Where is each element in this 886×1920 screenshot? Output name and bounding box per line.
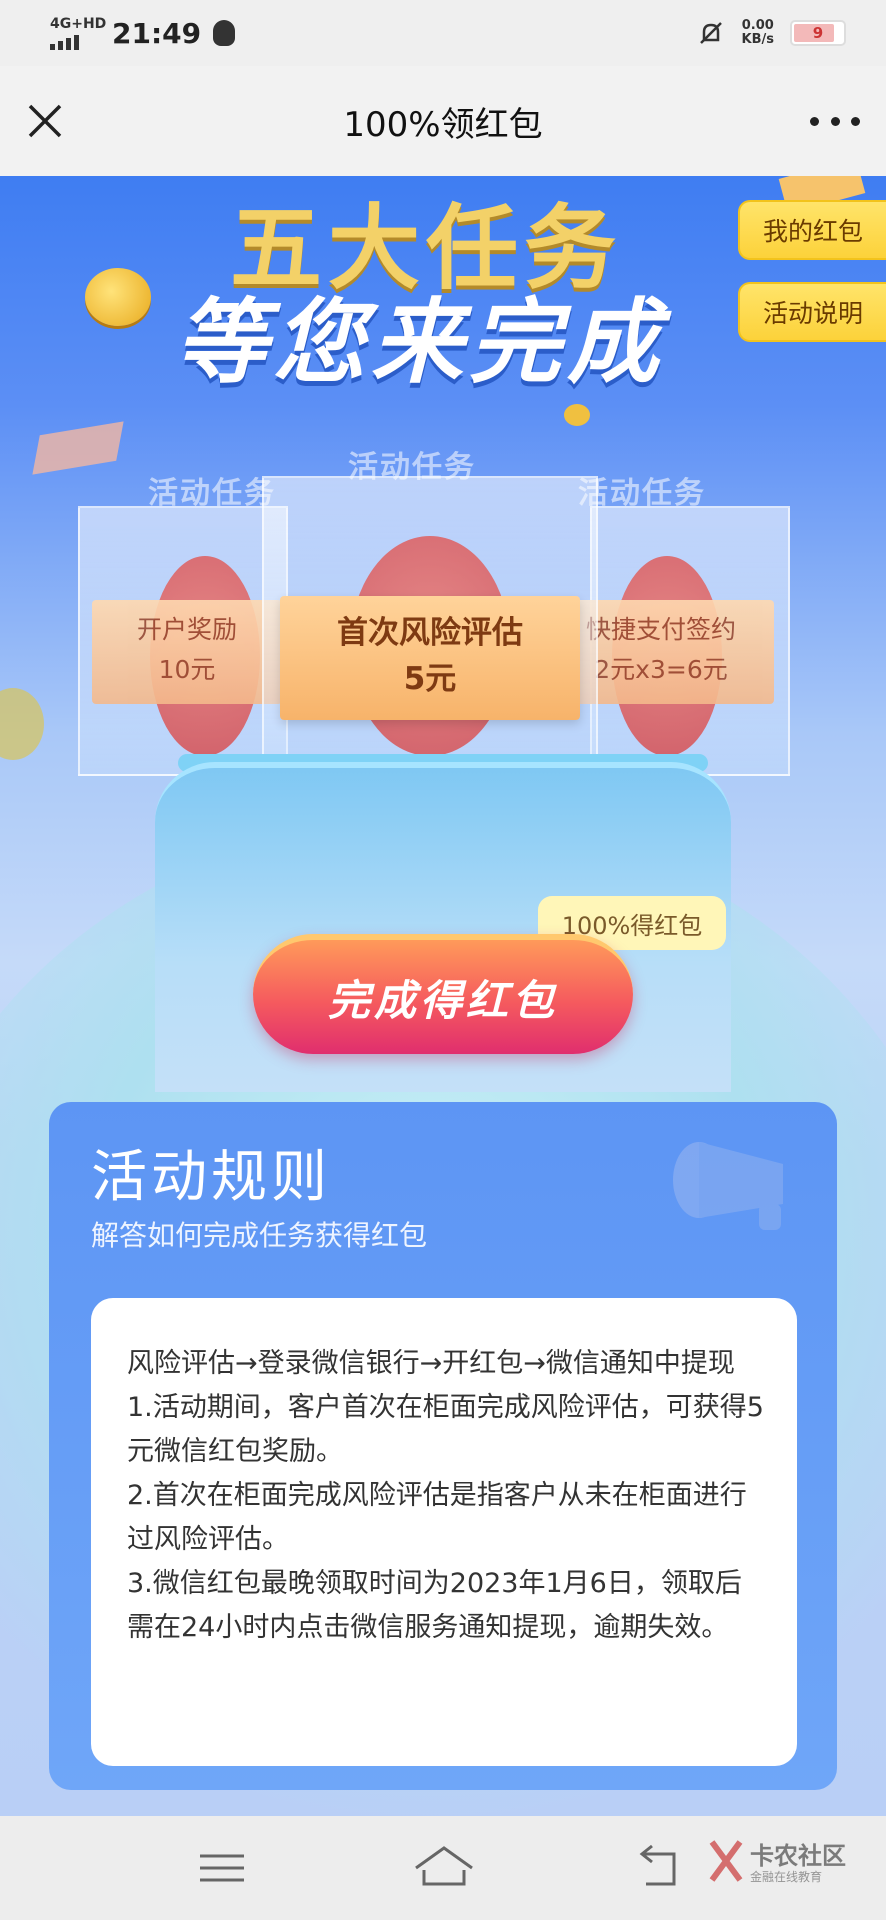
system-nav-bar: 卡农社区 金融在线教育 <box>0 1816 886 1920</box>
mute-bell-icon <box>699 22 722 44</box>
rules-subtitle: 解答如何完成任务获得红包 <box>91 1219 428 1252</box>
clock: 21:49 <box>112 16 202 50</box>
watermark-logo-icon <box>709 1840 743 1882</box>
task-reward: 10元 <box>158 655 216 684</box>
rules-panel: 活动规则 解答如何完成任务获得红包 风险评估→登录微信银行→开红包→微信通知中提… <box>49 1102 837 1790</box>
task-card-account-opening[interactable]: 开户奖励 10元 <box>92 600 282 704</box>
decor-paper <box>32 421 124 475</box>
net-speed-unit: KB/s <box>741 32 774 47</box>
net-speed: 0.00 KB/s <box>742 19 774 47</box>
home-icon[interactable] <box>404 1840 484 1896</box>
signal-bars-icon <box>50 34 106 50</box>
watermark: 卡农社区 金融在线教育 <box>706 1836 876 1896</box>
rule-item-3: 3.微信红包最晚领取时间为2023年1月6日，领取后需在24小时内点击微信服务通… <box>127 1568 742 1643</box>
activity-description-button[interactable]: 活动说明 <box>738 282 886 342</box>
status-bar: 4G+HD 21:49 0.00 KB/s 9 <box>0 0 886 66</box>
close-icon[interactable] <box>22 98 68 144</box>
task-card-risk-assessment[interactable]: 首次风险评估 5元 <box>280 596 580 720</box>
menu-icon[interactable] <box>182 1840 262 1896</box>
side-coin-icon <box>0 688 44 760</box>
rule-flow: 风险评估→登录微信银行→开红包→微信通知中提现 <box>127 1348 735 1379</box>
watermark-title: 卡农社区 <box>750 1842 846 1870</box>
watermark-subtitle: 金融在线教育 <box>750 1870 823 1884</box>
net-speed-value: 0.00 <box>741 18 774 33</box>
task-reward: 5元 <box>403 661 457 697</box>
more-icon[interactable] <box>810 106 860 136</box>
battery-level: 9 <box>812 24 824 42</box>
activity-page: 五大任务 等您来完成 我的红包 活动说明 活动任务 活动任务 活动任务 开户奖励… <box>0 176 886 1816</box>
task-title: 开户奖励 <box>136 615 237 644</box>
page-title: 100%领红包 <box>343 104 543 145</box>
small-coin-icon <box>564 404 590 426</box>
rules-body: 风险评估→登录微信银行→开红包→微信通知中提现 1.活动期间，客户首次在柜面完成… <box>91 1298 797 1766</box>
task-title: 首次风险评估 <box>337 615 523 651</box>
network-type: 4G+HD <box>50 15 107 32</box>
gold-coin-icon <box>85 268 151 326</box>
rule-item-1: 1.活动期间，客户首次在柜面完成风险评估，可获得5元微信红包奖励。 <box>127 1392 764 1467</box>
qq-penguin-icon <box>213 20 236 46</box>
battery-icon: 9 <box>790 20 846 46</box>
my-red-packet-button[interactable]: 我的红包 <box>738 200 886 260</box>
signal-indicator: 4G+HD <box>50 17 106 50</box>
complete-get-red-packet-button[interactable]: 完成得红包 <box>253 934 633 1054</box>
title-bar: 100%领红包 <box>0 66 886 176</box>
hero-title-line2: 等您来完成 <box>175 289 666 396</box>
rules-title: 活动规则 <box>91 1145 331 1210</box>
rule-item-2: 2.首次在柜面完成风险评估是指客户从未在柜面进行过风险评估。 <box>127 1480 747 1555</box>
back-icon[interactable] <box>624 1840 704 1896</box>
megaphone-icon <box>673 1142 783 1230</box>
